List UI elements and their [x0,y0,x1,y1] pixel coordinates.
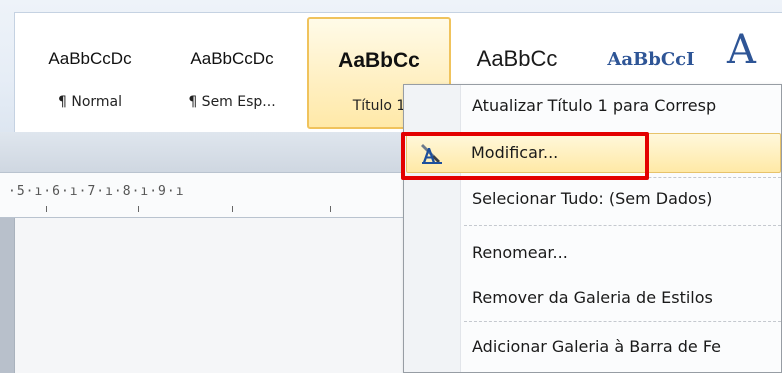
style-sample: AaBbCc [476,46,558,71]
menu-item-label: Atualizar Título 1 para Corresp [472,96,717,115]
style-tile-normal[interactable]: AaBbCcDc ¶ Normal [21,23,159,115]
menu-item-label: Selecionar Tudo: (Sem Dados) [472,189,713,208]
style-sample: AaBbCc [338,49,420,72]
style-context-menu: Atualizar Título 1 para Corresp Modifica… [403,84,782,373]
menu-item-label: Adicionar Galeria à Barra de Fe [472,337,722,356]
menu-separator [464,225,781,226]
style-sample: AaBbCcDc [190,49,274,68]
style-name: ¶ Normal [57,94,122,110]
style-tile-sem-espacamento[interactable]: AaBbCcDc ¶ Sem Esp... [163,23,301,115]
style-sample: AaBbCcDc [48,49,132,68]
menu-item-adicionar-galeria[interactable]: Adicionar Galeria à Barra de Fe [406,327,781,367]
annotation-highlight-box [401,132,649,180]
menu-separator [464,321,781,322]
menu-item-renomear[interactable]: Renomear... [406,233,781,273]
ruler-tick [232,206,233,212]
ruler-tick [330,206,331,212]
menu-item-selecionar-tudo[interactable]: Selecionar Tudo: (Sem Dados) [406,179,781,219]
style-sample: AaBbCcI [607,49,695,70]
menu-item-label: Remover da Galeria de Estilos [472,288,713,307]
style-sample: A [727,27,756,73]
style-name: ¶ Sem Esp... [188,94,276,110]
menu-item-atualizar[interactable]: Atualizar Título 1 para Corresp [406,86,781,126]
menu-item-label: Renomear... [472,243,568,262]
ruler-tick [46,206,47,212]
ruler-tick [138,206,139,212]
ruler-marks: ·5·ı·6·ı·7·ı·8·ı·9·ı [8,184,185,199]
menu-item-remover-galeria[interactable]: Remover da Galeria de Estilos [406,278,781,318]
